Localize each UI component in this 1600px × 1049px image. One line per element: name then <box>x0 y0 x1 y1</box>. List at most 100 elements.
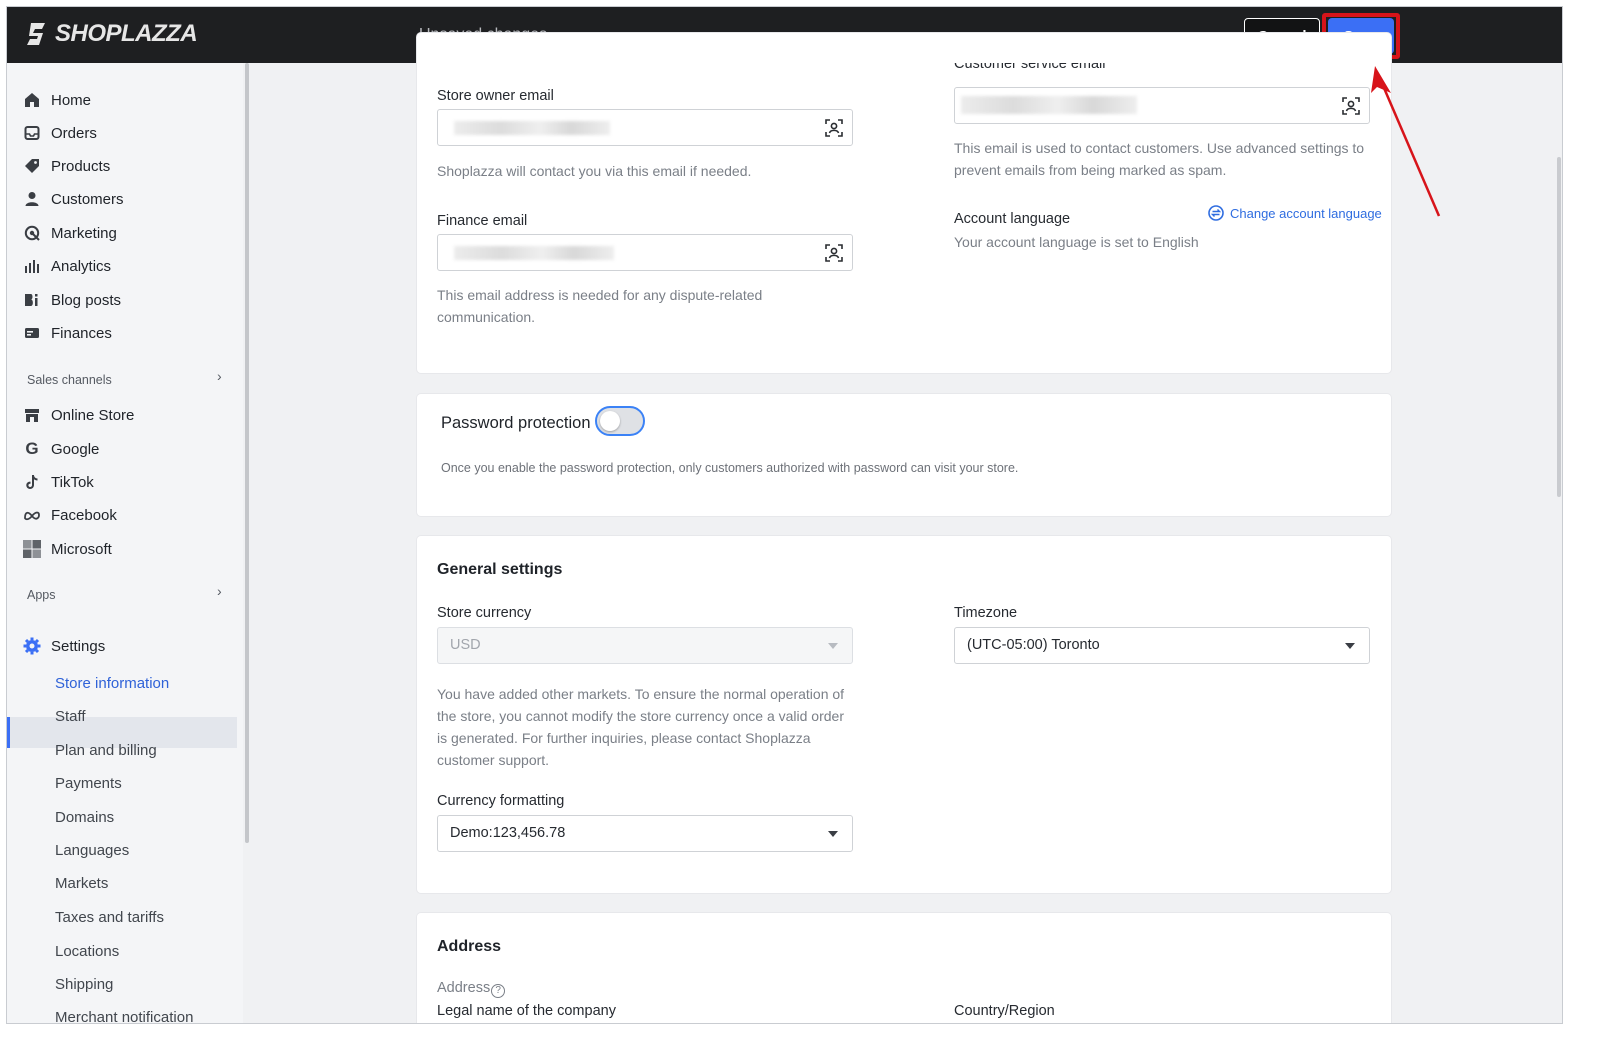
timezone-label: Timezone <box>954 605 1018 621</box>
finance-email-help: This email address is needed for any dis… <box>437 287 763 325</box>
annotation-arrow <box>1371 66 1441 217</box>
store-owner-email-help: Shoplazza will contact you via this emai… <box>437 163 752 179</box>
logo-text: SHOPLAZZA <box>55 20 198 47</box>
password-protection-title: Password protection <box>441 414 591 432</box>
settings-item-locations[interactable]: Locations <box>55 943 119 960</box>
shoplazza-logo[interactable]: SHOPLAZZA <box>25 20 198 48</box>
settings-item-staff[interactable]: Staff <box>55 708 86 725</box>
timezone-select[interactable]: (UTC-05:00) Toronto <box>954 627 1370 664</box>
sidebar-item-products[interactable]: Products <box>23 153 110 179</box>
sidebar-item-facebook[interactable]: Facebook <box>23 502 117 528</box>
sidebar-item-customers[interactable]: Customers <box>23 186 124 212</box>
sidebar-item-settings[interactable]: Settings <box>23 633 105 659</box>
store-owner-email-input[interactable] <box>437 109 853 146</box>
sidebar-item-label: Finances <box>51 324 112 342</box>
change-account-language-label: Change account language <box>1230 205 1382 221</box>
change-account-language-link[interactable]: Change account language <box>1208 205 1382 221</box>
settings-item-markets[interactable]: Markets <box>55 875 108 892</box>
home-icon <box>23 91 41 109</box>
marketing-icon <box>23 224 41 242</box>
redacted-value <box>961 96 1137 114</box>
sidebar-item-home[interactable]: Home <box>23 87 91 113</box>
finance-email-input[interactable] <box>437 234 853 271</box>
google-icon: G <box>25 439 39 458</box>
sidebar-item-label: Home <box>51 91 92 109</box>
sidebar-item-analytics[interactable]: Analytics <box>23 253 111 279</box>
timezone-value: (UTC-05:00) Toronto <box>967 637 1100 653</box>
address-card: Address Address? Legal name of the compa… <box>417 913 1391 1023</box>
password-protection-card: Password protection Once you enable the … <box>417 394 1391 516</box>
sidebar-item-blog-posts[interactable]: Blog posts <box>23 287 121 313</box>
sidebar-item-label: Customers <box>51 190 124 208</box>
password-protection-toggle[interactable] <box>595 406 645 436</box>
chevron-down-icon <box>828 831 838 837</box>
scan-contact-icon[interactable] <box>824 243 844 263</box>
sidebar-item-label: Products <box>51 157 111 175</box>
settings-item-shipping[interactable]: Shipping <box>55 976 113 993</box>
sidebar-item-label: Settings <box>51 637 106 655</box>
currency-formatting-label: Currency formatting <box>437 793 565 809</box>
chevron-down-icon <box>1345 643 1355 649</box>
help-circle-icon[interactable]: ? <box>491 984 506 998</box>
settings-item-domains[interactable]: Domains <box>55 809 114 826</box>
main-scrollbar[interactable] <box>1557 157 1561 497</box>
store-owner-email-label: Store owner email <box>437 88 554 104</box>
active-item-indicator <box>7 717 10 748</box>
contact-card: Customer service email Store owner email… <box>417 33 1391 373</box>
scan-contact-icon[interactable] <box>824 118 844 138</box>
sidebar-item-marketing[interactable]: Marketing <box>23 220 117 246</box>
tag-icon <box>23 157 41 175</box>
store-currency-value: USD <box>450 637 481 653</box>
address-label: Address? <box>437 980 506 998</box>
finance-email-label: Finance email <box>437 213 528 229</box>
sidebar-item-label: Google <box>51 440 100 458</box>
sidebar-item-label: Facebook <box>51 506 117 524</box>
redacted-value <box>454 246 614 260</box>
swap-icon <box>1208 205 1224 221</box>
sidebar: Home Orders Products Customers Marketing… <box>7 63 243 1023</box>
scan-contact-icon[interactable] <box>1341 96 1361 116</box>
sidebar-item-label: Orders <box>51 124 97 142</box>
address-title: Address <box>437 938 502 955</box>
settings-item-taxes-and-tariffs[interactable]: Taxes and tariffs <box>55 909 164 926</box>
sidebar-item-finances[interactable]: Finances <box>23 320 112 346</box>
currency-formatting-select[interactable]: Demo:123,456.78 <box>437 815 853 852</box>
password-protection-help: Once you enable the password protection,… <box>441 461 1019 475</box>
legal-name-label: Legal name of the company <box>437 1003 616 1019</box>
settings-item-plan-and-billing[interactable]: Plan and billing <box>55 742 157 759</box>
apps-chevron-icon[interactable]: › <box>217 583 222 599</box>
sales-channels-chevron-icon[interactable]: › <box>217 368 222 384</box>
customer-service-email-label: Customer service email <box>954 56 1106 72</box>
meta-icon <box>23 506 41 524</box>
sidebar-item-tiktok[interactable]: TikTok <box>23 469 94 495</box>
settings-item-languages[interactable]: Languages <box>55 842 129 859</box>
bar-chart-icon <box>23 257 41 275</box>
tiktok-icon <box>23 473 41 491</box>
finance-icon <box>23 324 41 342</box>
address-label-text: Address <box>437 980 491 996</box>
sidebar-item-label: Blog posts <box>51 291 122 309</box>
redacted-value <box>454 121 610 135</box>
customer-service-email-input[interactable] <box>954 87 1370 124</box>
inbox-icon <box>23 124 41 142</box>
customer-service-email-help: This email is used to contact customers.… <box>954 140 1365 178</box>
toggle-knob <box>600 411 620 431</box>
app-window: SHOPLAZZA Unsaved changes Cancel Save Ho… <box>6 6 1563 1024</box>
store-currency-label: Store currency <box>437 605 532 621</box>
sidebar-item-microsoft[interactable]: Microsoft <box>23 536 112 562</box>
sidebar-item-google[interactable]: G Google <box>23 436 99 462</box>
currency-formatting-value: Demo:123,456.78 <box>450 825 566 841</box>
chevron-down-icon <box>828 643 838 649</box>
account-language-label: Account language <box>954 211 1071 227</box>
sidebar-item-label: Analytics <box>51 257 112 275</box>
sidebar-item-online-store[interactable]: Online Store <box>23 402 134 428</box>
gear-icon <box>23 637 41 655</box>
store-currency-select[interactable]: USD <box>437 627 853 664</box>
settings-item-payments[interactable]: Payments <box>55 775 122 792</box>
settings-item-store-information[interactable]: Store information <box>55 675 169 692</box>
microsoft-icon <box>23 540 41 558</box>
general-settings-card: General settings Store currency USD You … <box>417 536 1391 893</box>
main-content: Customer service email Store owner email… <box>249 33 1562 1023</box>
settings-item-merchant-notification[interactable]: Merchant notification <box>55 1009 193 1023</box>
sidebar-item-orders[interactable]: Orders <box>23 120 97 146</box>
